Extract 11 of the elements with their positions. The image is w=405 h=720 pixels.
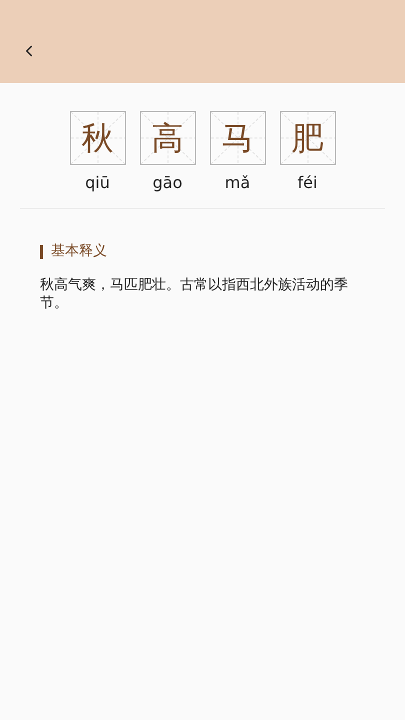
character-tile: 肥	[280, 111, 336, 165]
accent-bar	[40, 244, 43, 258]
definition-text: 秋高气爽，马匹肥壮。古常以指西北外族活动的季节。	[40, 276, 349, 312]
pinyin-label: féi	[298, 175, 318, 191]
section-title: 基本释义	[51, 242, 107, 261]
character-tile: 高	[140, 111, 196, 165]
pinyin-label: gāo	[152, 175, 182, 191]
pinyin-label: mǎ	[224, 175, 250, 191]
character-tile: 马	[210, 111, 266, 165]
pinyin-label: qiū	[85, 175, 110, 191]
character-tile: 秋	[70, 111, 126, 165]
